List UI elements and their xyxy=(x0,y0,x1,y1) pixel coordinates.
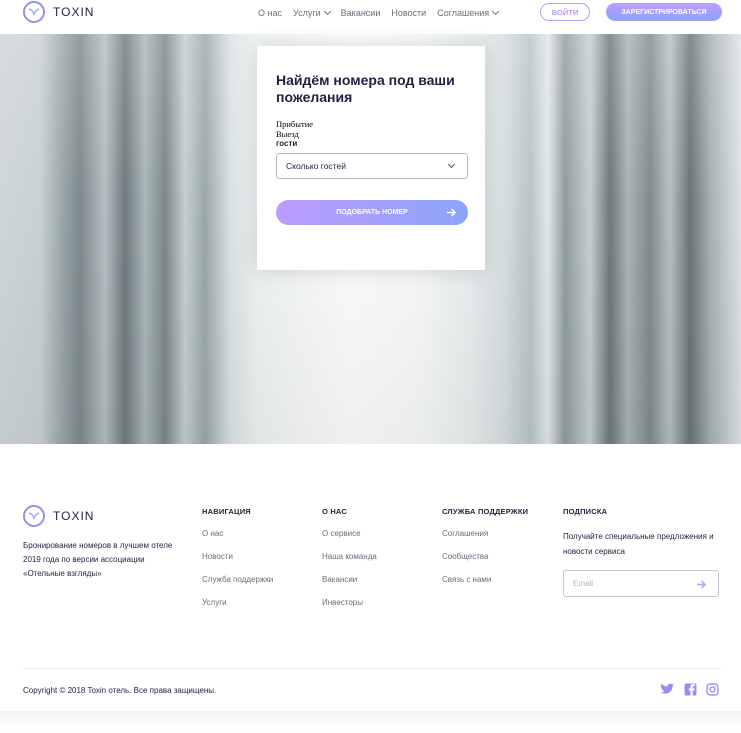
copyright: Copyright © 2018 Toxin отель. Все права … xyxy=(23,686,217,695)
search-card-title: Найдём номера под ваши пожелания xyxy=(276,72,455,105)
footer-link[interactable]: Вакансии xyxy=(322,575,377,598)
subscribe-description: Получайте специальные предложения и ново… xyxy=(563,532,714,556)
nav-item-news[interactable]: Новости xyxy=(391,8,426,18)
nav-label: Услуги xyxy=(292,8,321,18)
footer-link[interactable]: О нас xyxy=(202,529,273,552)
nav-item-vacancies[interactable]: Вакансии xyxy=(341,8,381,18)
guests-dropdown[interactable]: Сколько гостей xyxy=(276,153,468,179)
footer-description: Бронирование номеров в лучшем отеле 2019… xyxy=(23,541,173,578)
footer-link[interactable]: Наша команда xyxy=(322,552,377,575)
arrow-right-icon xyxy=(446,208,457,217)
login-button[interactable]: ВОЙТИ xyxy=(540,3,590,21)
footer-column-subscribe: ПОДПИСКА Получайте специальные предложен… xyxy=(563,507,723,559)
column-title: СЛУЖБА ПОДДЕРЖКИ xyxy=(442,507,529,516)
find-room-button[interactable]: ПОДОБРАТЬ НОМЕР xyxy=(276,200,468,225)
logo-icon xyxy=(23,505,45,527)
chevron-down-icon xyxy=(447,160,456,169)
footer-link[interactable]: Связь с нами xyxy=(442,575,528,598)
register-button[interactable]: ЗАРЕГИСТРИРОВАТЬСЯ xyxy=(606,3,722,21)
facebook-icon[interactable] xyxy=(684,683,697,696)
footer-divider xyxy=(23,668,721,669)
search-card: Найдём номера под ваши пожелания Прибыти… xyxy=(257,46,485,270)
chevron-down-icon xyxy=(323,7,331,16)
guests-dropdown-value: Сколько гостей xyxy=(286,161,346,171)
site-header: TOXIN О нас Услуги Вакансии Новости Согл… xyxy=(0,0,741,34)
footer-column-support: СЛУЖБА ПОДДЕРЖКИ Соглашения Сообщества С… xyxy=(442,507,528,598)
column-title: НАВИГАЦИЯ xyxy=(202,507,251,516)
nav-label: О нас xyxy=(258,8,282,18)
brand-name: TOXIN xyxy=(53,509,95,523)
find-room-label: ПОДОБРАТЬ НОМЕР xyxy=(336,209,408,216)
footer-link[interactable]: О сервисе xyxy=(322,529,377,552)
logo-icon xyxy=(23,1,45,23)
main-nav: О нас Услуги Вакансии Новости Соглашения xyxy=(258,7,500,18)
nav-item-agreements[interactable]: Соглашения xyxy=(437,7,500,18)
arrival-label: Прибытие xyxy=(276,119,314,129)
footer-link[interactable]: Новости xyxy=(202,552,273,575)
twitter-icon[interactable] xyxy=(661,683,675,696)
footer-link[interactable]: Служба поддержки xyxy=(202,575,273,598)
footer-column-navigation: НАВИГАЦИЯ О нас Новости Служба поддержки… xyxy=(202,507,273,621)
nav-label: Новости xyxy=(391,8,427,18)
arrow-right-icon[interactable] xyxy=(696,579,707,590)
footer-bottom-strip xyxy=(0,711,741,733)
column-title: О НАС xyxy=(322,507,347,516)
email-field[interactable]: Email xyxy=(563,570,719,597)
footer-column-about: О НАС О сервисе Наша команда Вакансии Ин… xyxy=(322,507,377,621)
guests-label: гости xyxy=(276,139,298,148)
nav-label: Соглашения xyxy=(437,8,490,18)
footer-link[interactable]: Сообщества xyxy=(442,552,528,575)
nav-item-about[interactable]: О нас xyxy=(258,8,282,18)
footer-logo[interactable]: TOXIN xyxy=(23,505,94,527)
footer-link[interactable]: Услуги xyxy=(202,598,273,621)
footer-link[interactable]: Соглашения xyxy=(442,529,528,552)
email-placeholder: Email xyxy=(573,579,594,588)
instagram-icon[interactable] xyxy=(706,683,719,696)
chevron-down-icon xyxy=(492,7,500,16)
nav-item-services[interactable]: Услуги xyxy=(292,7,331,18)
logo[interactable]: TOXIN xyxy=(23,1,94,23)
brand-name: TOXIN xyxy=(53,5,95,19)
column-title: ПОДПИСКА xyxy=(563,507,608,516)
departure-label: Выезд xyxy=(276,129,299,139)
social-links xyxy=(661,683,719,696)
site-footer: TOXIN Бронирование номеров в лучшем отел… xyxy=(0,444,741,733)
footer-link[interactable]: Инвесторы xyxy=(322,598,377,621)
nav-label: Вакансии xyxy=(340,8,381,18)
